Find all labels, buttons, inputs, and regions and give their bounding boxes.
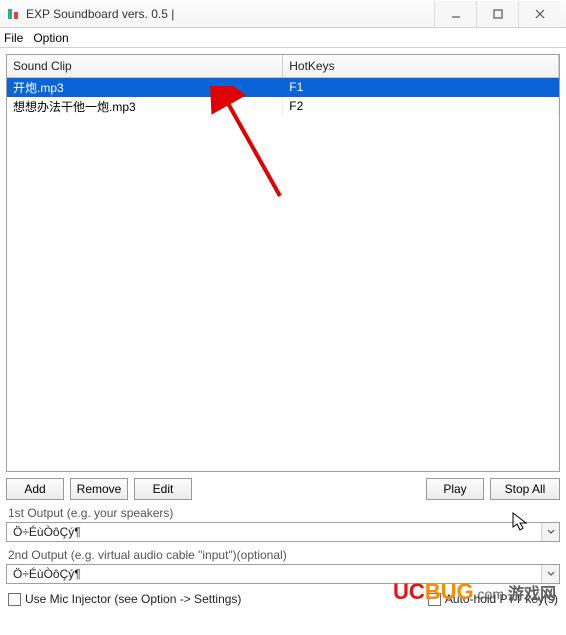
menu-file[interactable]: File (4, 31, 23, 45)
col-hotkeys[interactable]: HotKeys (283, 55, 559, 77)
sound-table[interactable]: Sound Clip HotKeys 开炮.mp3 F1 想想办法干他一炮.mp… (6, 54, 560, 472)
menubar: File Option (0, 28, 566, 48)
add-button[interactable]: Add (6, 478, 64, 500)
table-row[interactable]: 想想办法干他一炮.mp3 F2 (7, 97, 559, 116)
output1-combo[interactable]: Ö÷ÉùÒôÇý¶ (6, 522, 560, 542)
minimize-button[interactable] (434, 1, 476, 27)
table-header-row: Sound Clip HotKeys (7, 55, 559, 77)
button-row: Add Remove Edit Play Stop All (6, 478, 560, 500)
output2-value: Ö÷ÉùÒôÇý¶ (7, 567, 541, 581)
stop-all-button[interactable]: Stop All (490, 478, 560, 500)
checkbox-icon (8, 593, 21, 606)
titlebar: EXP Soundboard vers. 0.5 | (0, 0, 566, 28)
mic-injector-label: Use Mic Injector (see Option -> Settings… (25, 592, 241, 606)
cell-clip: 想想办法干他一炮.mp3 (7, 97, 283, 116)
cell-hotkey: F1 (283, 77, 559, 97)
chevron-down-icon[interactable] (541, 523, 559, 541)
checkbox-row: Use Mic Injector (see Option -> Settings… (6, 592, 560, 606)
col-soundclip[interactable]: Sound Clip (7, 55, 283, 77)
app-icon (6, 7, 20, 21)
window-buttons (434, 1, 560, 27)
autohold-label: Auto-hold PTT key(s) (445, 592, 558, 606)
play-button[interactable]: Play (426, 478, 484, 500)
output2-label: 2nd Output (e.g. virtual audio cable "in… (6, 548, 560, 562)
window-title: EXP Soundboard vers. 0.5 | (26, 7, 434, 21)
menu-option[interactable]: Option (33, 31, 68, 45)
table-row[interactable]: 开炮.mp3 F1 (7, 77, 559, 97)
close-button[interactable] (518, 1, 560, 27)
autohold-checkbox[interactable]: Auto-hold PTT key(s) (428, 592, 558, 606)
maximize-button[interactable] (476, 1, 518, 27)
edit-button[interactable]: Edit (134, 478, 192, 500)
chevron-down-icon[interactable] (541, 565, 559, 583)
cell-clip: 开炮.mp3 (7, 77, 283, 97)
output2-combo[interactable]: Ö÷ÉùÒôÇý¶ (6, 564, 560, 584)
mic-injector-checkbox[interactable]: Use Mic Injector (see Option -> Settings… (8, 592, 241, 606)
checkbox-icon (428, 593, 441, 606)
remove-button[interactable]: Remove (70, 478, 128, 500)
cell-hotkey: F2 (283, 97, 559, 116)
output1-value: Ö÷ÉùÒôÇý¶ (7, 525, 541, 539)
output1-label: 1st Output (e.g. your speakers) (6, 506, 560, 520)
